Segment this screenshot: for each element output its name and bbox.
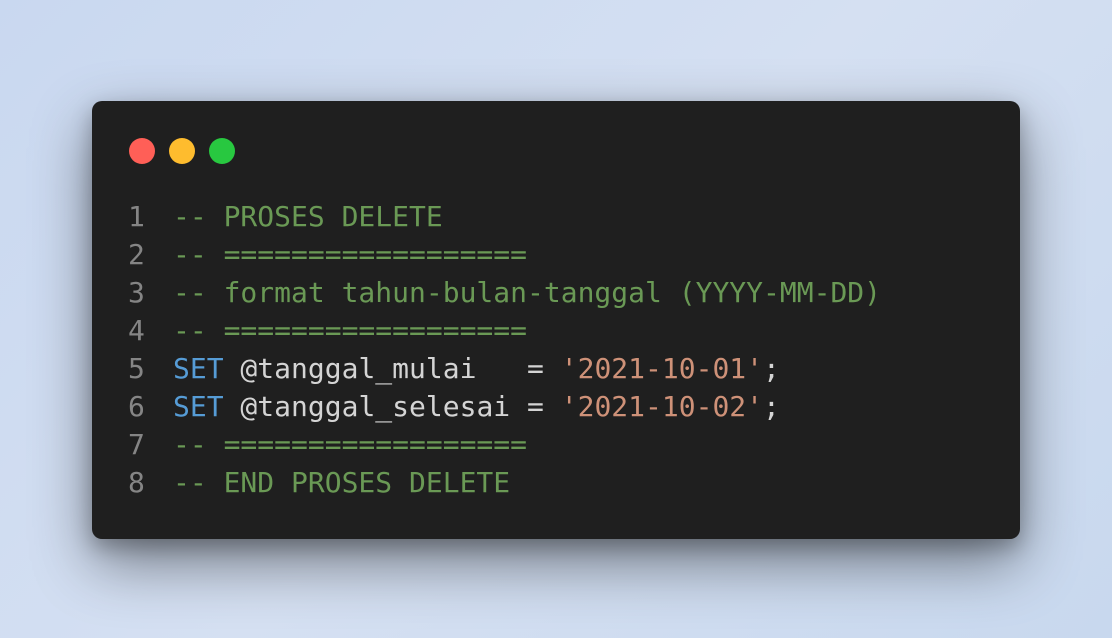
plain-token: ;: [763, 352, 780, 385]
plain-token: @tanggal_selesai =: [223, 390, 561, 423]
comment-token: -- ==================: [173, 428, 528, 461]
close-dot-icon[interactable]: [129, 138, 155, 164]
line-number: 8: [128, 466, 145, 499]
minimize-dot-icon[interactable]: [169, 138, 195, 164]
line-number: 1: [128, 200, 145, 233]
code-line: 6 SET @tanggal_selesai = '2021-10-02';: [128, 388, 881, 426]
code-line: 8 -- END PROSES DELETE: [128, 464, 881, 502]
line-number: 4: [128, 314, 145, 347]
code-line: 4 -- ==================: [128, 312, 881, 350]
plain-token: ;: [763, 390, 780, 423]
code-line: 3 -- format tahun-bulan-tanggal (YYYY-MM-…: [128, 274, 881, 312]
comment-token: -- format tahun-bulan-tanggal (YYYY-MM-D…: [173, 276, 882, 309]
string-token: '2021-10-01': [560, 352, 764, 385]
line-number: 7: [128, 428, 145, 461]
comment-token: -- PROSES DELETE: [173, 200, 443, 233]
string-token: '2021-10-02': [560, 390, 764, 423]
plain-token: @tanggal_mulai =: [223, 352, 561, 385]
code-line: 2 -- ==================: [128, 236, 881, 274]
code-window: 1 -- PROSES DELETE 2 -- ================== 3…: [92, 101, 1020, 539]
code-line: 1 -- PROSES DELETE: [128, 198, 881, 236]
line-number: 5: [128, 352, 145, 385]
code-block: 1 -- PROSES DELETE 2 -- ================== 3…: [128, 198, 881, 502]
keyword-token: SET: [173, 352, 224, 385]
comment-token: -- ==================: [173, 238, 528, 271]
code-line: 7 -- ==================: [128, 426, 881, 464]
code-line: 5 SET @tanggal_mulai = '2021-10-01';: [128, 350, 881, 388]
keyword-token: SET: [173, 390, 224, 423]
maximize-dot-icon[interactable]: [209, 138, 235, 164]
line-number: 3: [128, 276, 145, 309]
line-number: 2: [128, 238, 145, 271]
comment-token: -- ==================: [173, 314, 528, 347]
line-number: 6: [128, 390, 145, 423]
comment-token: -- END PROSES DELETE: [173, 466, 511, 499]
window-controls: [129, 138, 235, 164]
